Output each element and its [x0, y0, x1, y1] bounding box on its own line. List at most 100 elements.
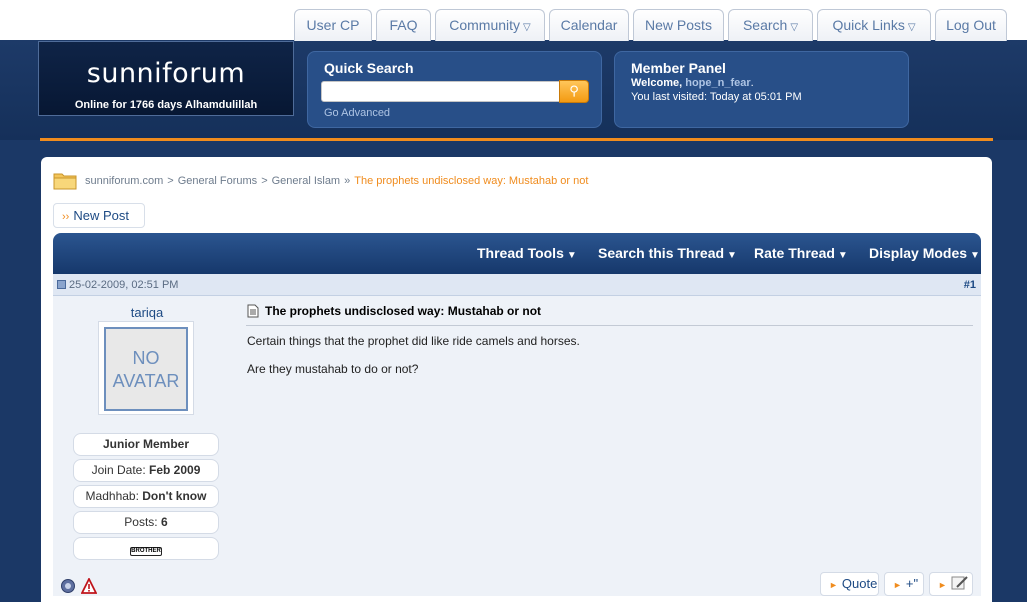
- breadcrumb-current: The prophets undisclosed way: Mustahab o…: [354, 175, 589, 187]
- avatar-placeholder: NO AVATAR: [104, 327, 188, 411]
- folder-icon: [53, 173, 77, 190]
- tab-community[interactable]: Community ▽: [435, 9, 545, 41]
- chevron-down-icon: ▽: [523, 22, 531, 33]
- breadcrumb-separator: »: [344, 175, 351, 187]
- tab-label: User CP: [306, 17, 360, 33]
- madhhab-value: Don't know: [142, 489, 207, 503]
- arrow-right-icon: ►: [829, 580, 838, 590]
- header-accent-line: [40, 138, 993, 141]
- chevron-down-icon: ▼: [566, 250, 577, 261]
- post-title: The prophets undisclosed way: Mustahab o…: [265, 304, 542, 318]
- post-body: tariqa NO AVATAR Junior Member Join Date…: [53, 296, 981, 596]
- menu-label: Search this Thread: [598, 245, 725, 261]
- rate-thread-menu[interactable]: Rate Thread ▼: [754, 245, 848, 261]
- posts-label: Posts:: [124, 515, 158, 529]
- thread-toolbar: Thread Tools ▼ Search this Thread ▼ Rate T…: [53, 233, 981, 274]
- search-icon: ⚲: [569, 83, 579, 98]
- report-post-icon[interactable]: [81, 578, 97, 594]
- post-number-link[interactable]: #1: [964, 279, 976, 291]
- post-text-line: Are they mustahab to do or not?: [247, 362, 419, 376]
- member-panel-title: Member Panel: [631, 60, 726, 76]
- quote-label: Quote: [841, 576, 878, 591]
- breadcrumb: sunniforum.com > General Forums > General Is…: [85, 175, 588, 187]
- tab-faq[interactable]: FAQ: [376, 9, 431, 41]
- chevron-down-icon: ▼: [727, 250, 737, 261]
- arrow-right-icon: ►: [938, 580, 947, 590]
- new-post-label: New Post: [73, 208, 129, 223]
- chevron-down-icon: ▼: [837, 250, 848, 261]
- rank-text: Junior Member: [102, 437, 189, 451]
- tab-calendar[interactable]: Calendar: [549, 9, 629, 41]
- post-count: Posts: 6: [73, 511, 219, 534]
- go-advanced-link[interactable]: Go Advanced: [324, 107, 390, 119]
- quick-search-title: Quick Search: [324, 60, 414, 76]
- quick-search-input[interactable]: [321, 81, 561, 102]
- tab-log-out[interactable]: Log Out: [935, 9, 1007, 41]
- document-icon: [247, 304, 259, 318]
- chevron-down-icon: ▽: [907, 22, 916, 33]
- menu-label: Rate Thread: [754, 245, 835, 261]
- welcome-suffix: .: [750, 77, 754, 89]
- calendar-icon: [57, 280, 66, 289]
- arrow-right-icon: ►: [893, 580, 902, 590]
- post-author-name[interactable]: tariqa: [117, 305, 177, 320]
- quick-reply-button[interactable]: ►: [929, 572, 973, 596]
- breadcrumb-separator: >: [167, 175, 174, 187]
- tab-search[interactable]: Search ▽: [728, 9, 813, 41]
- tab-label: Search: [742, 17, 788, 33]
- new-post-button[interactable]: ›› New Post: [53, 203, 145, 228]
- post-text-line: Certain things that the prophet did like…: [247, 334, 580, 348]
- breadcrumb-item[interactable]: General Forums: [178, 175, 257, 187]
- logo-text: sunniforum: [86, 58, 246, 89]
- post-date: 25-02-2009, 02:51 PM: [57, 279, 178, 291]
- join-value: Feb 2009: [149, 463, 201, 477]
- tab-label: FAQ: [389, 17, 418, 33]
- tab-new-posts[interactable]: New Posts: [633, 9, 724, 41]
- edit-pencil-icon: [951, 576, 968, 590]
- display-modes-menu[interactable]: Display Modes ▼: [869, 245, 980, 261]
- madhhab-info: Madhhab: Don't know: [73, 485, 219, 508]
- post-divider: [246, 325, 973, 326]
- thread-tools-menu[interactable]: Thread Tools ▼: [477, 245, 577, 261]
- chevron-down-icon: ▼: [970, 250, 980, 261]
- welcome-line: Welcome, hope_n_fear.: [631, 77, 754, 89]
- tab-label: Log Out: [946, 17, 996, 33]
- posts-value: 6: [161, 515, 168, 529]
- madhhab-label: Madhhab:: [85, 489, 139, 503]
- logo-subtitle: Online for 1766 days Alhamdulillah: [74, 99, 258, 111]
- breadcrumb-item[interactable]: sunniforum.com: [85, 175, 163, 187]
- quick-search-panel: Quick Search ⚲ Go Advanced: [307, 51, 602, 128]
- multi-quote-label: +": [905, 576, 919, 591]
- user-badge: BROTHER: [73, 537, 219, 560]
- username-link[interactable]: hope_n_fear: [685, 77, 750, 89]
- post-date-text: 25-02-2009, 02:51 PM: [69, 279, 179, 291]
- tab-label: Calendar: [560, 17, 618, 33]
- last-visited: You last visited: Today at 05:01 PM: [631, 91, 802, 103]
- search-thread-menu[interactable]: Search this Thread ▼: [598, 245, 737, 261]
- user-rank: Junior Member: [73, 433, 219, 456]
- tab-label: Quick Links: [832, 17, 905, 33]
- menu-label: Thread Tools: [477, 245, 564, 261]
- join-label: Join Date:: [91, 463, 146, 477]
- search-button[interactable]: ⚲: [559, 80, 589, 103]
- arrow-right-icon: ››: [62, 211, 70, 223]
- main-content: sunniforum.com > General Forums > General Is…: [41, 157, 992, 602]
- join-date: Join Date: Feb 2009: [73, 459, 219, 482]
- welcome-label: Welcome,: [631, 77, 683, 89]
- quote-button[interactable]: ► Quote: [820, 572, 879, 596]
- menu-label: Display Modes: [869, 245, 968, 261]
- member-panel: Member Panel Welcome, hope_n_fear. You l…: [614, 51, 909, 128]
- tab-quick-links[interactable]: Quick Links ▽: [817, 9, 931, 41]
- multi-quote-button[interactable]: ► +": [884, 572, 924, 596]
- site-logo[interactable]: sunniforum Online for 1766 days Alhamdul…: [38, 41, 294, 116]
- post-header: 25-02-2009, 02:51 PM #1: [53, 274, 981, 296]
- chevron-down-icon: ▽: [790, 22, 799, 33]
- brother-badge: BROTHER: [130, 547, 162, 556]
- tab-user-cp[interactable]: User CP: [294, 9, 372, 41]
- tab-label: New Posts: [645, 17, 712, 33]
- breadcrumb-separator: >: [261, 175, 268, 187]
- tab-label: Community: [449, 17, 521, 33]
- offline-status-icon: [61, 579, 75, 593]
- avatar[interactable]: NO AVATAR: [98, 321, 194, 415]
- breadcrumb-item[interactable]: General Islam: [272, 175, 340, 187]
